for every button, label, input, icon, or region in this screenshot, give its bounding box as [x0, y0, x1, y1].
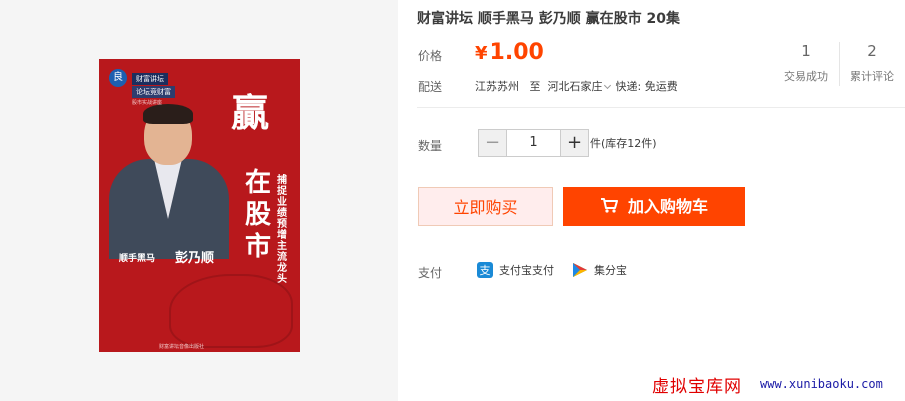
quantity-stepper: − 1 + [478, 129, 589, 157]
price-label: 价格 [418, 49, 443, 63]
sales-stat[interactable]: 1 交易成功 [776, 42, 836, 84]
reviews-label: 累计评论 [850, 70, 894, 83]
cover-series: 顺手黑马 [119, 254, 156, 264]
cover-bull-graphic [169, 274, 293, 348]
add-to-cart-label: 加入购物车 [627, 197, 708, 216]
increment-button[interactable]: + [560, 129, 589, 157]
buy-now-button[interactable]: 立即购买 [418, 187, 553, 226]
jifenbao-option[interactable]: 集分宝 [572, 262, 627, 278]
decrement-button[interactable]: − [478, 129, 507, 157]
stock-info: 件(库存12件) [590, 137, 657, 150]
product-title: 财富讲坛 顺手黑马 彭乃顺 赢在股市 20集 [417, 11, 680, 27]
ship-to-destination[interactable]: 河北石家庄 [548, 80, 603, 93]
price-value: ¥1.00 [475, 40, 544, 65]
add-to-cart-button[interactable]: 加入购物车 [563, 187, 745, 226]
jifenbao-label: 集分宝 [594, 264, 627, 277]
ship-to-word: 至 [529, 80, 541, 93]
quantity-label: 数量 [418, 139, 443, 153]
shopping-cart-icon [600, 188, 618, 227]
shipping-info: 江苏苏州 至 河北石家庄 快递: 免运费 [475, 78, 678, 94]
svg-text:支: 支 [480, 264, 491, 277]
product-cover-image[interactable]: 良 财富讲坛 论坛竞财富 股市实战讲座 贏 在股市 捕捉业绩预增主流龙头 顺手黑… [99, 59, 300, 352]
cover-tag-1: 财富讲坛 [132, 73, 168, 85]
shipping-label: 配送 [418, 80, 443, 94]
image-panel: 良 财富讲坛 论坛竞财富 股市实战讲座 贏 在股市 捕捉业绩预增主流龙头 顺手黑… [0, 0, 398, 401]
alipay-icon: 支 [477, 262, 493, 278]
alipay-label: 支付宝支付 [499, 264, 554, 277]
watermark-url: www.xunibaoku.com [760, 377, 883, 391]
cover-tag-2: 论坛竞财富 [132, 86, 175, 98]
cover-publisher: 财富讲坛音像出版社 [159, 344, 205, 350]
stats-divider [839, 42, 840, 86]
currency-symbol: ¥ [475, 43, 488, 64]
cover-title-win: 贏 [231, 90, 270, 135]
cover-vertical-text: 捕捉业绩预增主流龙头 [277, 175, 287, 285]
chevron-down-icon[interactable] [603, 81, 611, 90]
payment-label: 支付 [418, 266, 443, 280]
cover-title-market: 在股市 [244, 168, 271, 262]
reviews-count: 2 [867, 42, 877, 60]
price-amount: 1.00 [489, 40, 544, 65]
section-divider [417, 107, 905, 108]
cover-author: 彭乃顺 [175, 251, 215, 266]
sales-count: 1 [801, 42, 811, 60]
ship-from: 江苏苏州 [475, 80, 519, 93]
cover-person-hair [143, 104, 193, 124]
reviews-stat[interactable]: 2 累计评论 [842, 42, 902, 84]
jifenbao-icon [572, 262, 588, 278]
alipay-option[interactable]: 支 支付宝支付 [477, 262, 554, 278]
sales-label: 交易成功 [784, 70, 828, 83]
cover-logo: 良 [109, 69, 127, 87]
watermark-text: 虚拟宝库网 [652, 377, 742, 397]
ship-method: 快递: 免运费 [615, 80, 678, 93]
quantity-input[interactable]: 1 [507, 129, 560, 157]
